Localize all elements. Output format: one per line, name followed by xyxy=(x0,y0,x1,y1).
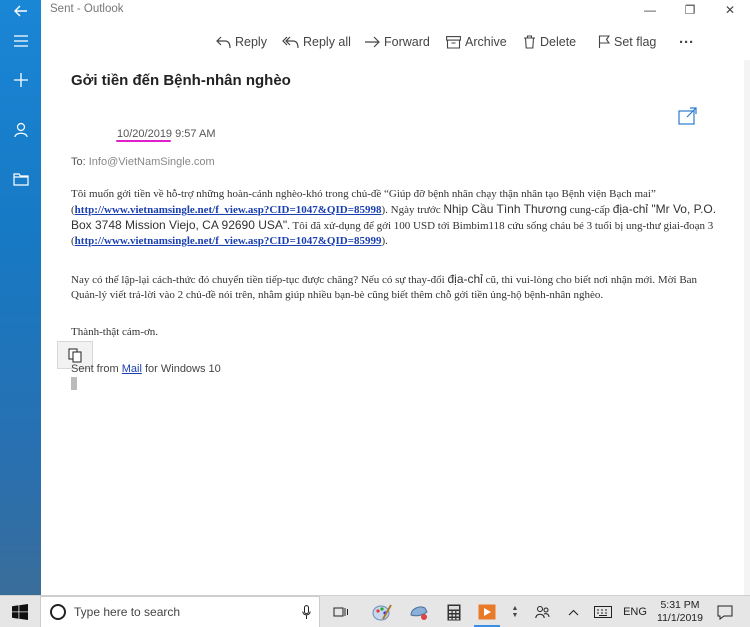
action-center-notification-icon[interactable] xyxy=(713,596,737,627)
title-bar: Sent - Outlook — ❐ ✕ xyxy=(41,0,750,20)
set-flag-label: Set flag xyxy=(614,35,657,49)
paragraph-text: địa-chỉ xyxy=(447,272,483,286)
reply-all-button[interactable]: Reply all xyxy=(282,28,351,56)
paragraph-text: Nay có thể lập-lại cách-thức đó chuyển t… xyxy=(71,274,448,286)
start-button[interactable] xyxy=(0,596,40,627)
set-flag-button[interactable]: Set flag xyxy=(598,28,656,56)
message-datetime: 10/20/2019 9:57 AM xyxy=(117,128,215,140)
delete-label: Delete xyxy=(540,35,577,49)
popout-window-icon[interactable] xyxy=(678,107,698,125)
task-view-icon[interactable] xyxy=(330,596,352,627)
maximize-button[interactable]: ❐ xyxy=(670,0,710,20)
message-closing: Thành-thật cám-ơn. xyxy=(71,326,159,338)
reply-all-icon xyxy=(282,36,299,48)
message-paragraph-1: Tôi muốn gởi tiền về hỗ-trợ những hoàn-c… xyxy=(71,187,726,249)
reply-icon xyxy=(216,36,231,48)
forward-arrow-icon xyxy=(365,36,380,48)
clock-date: 11/1/2019 xyxy=(657,612,703,624)
windows-taskbar: Type here to search ▲ ▼ ENG 5:31 PM 11/1/… xyxy=(0,595,750,627)
archive-label: Archive xyxy=(465,35,507,49)
text-cursor-marker xyxy=(71,377,77,390)
signature-text: for Windows 10 xyxy=(141,363,221,375)
delete-button[interactable]: Delete xyxy=(523,28,576,56)
message-paragraph-2: Nay có thể lập-lại cách-thức đó chuyển t… xyxy=(71,272,726,303)
snip-tool-icon[interactable] xyxy=(406,596,432,627)
vertical-scrollbar[interactable] xyxy=(744,60,750,595)
mail-app-link[interactable]: Mail xyxy=(122,363,142,375)
flag-icon xyxy=(598,35,610,48)
message-subject: Gởi tiền đến Bệnh-nhân nghèo xyxy=(71,72,291,89)
archive-button[interactable]: Archive xyxy=(446,28,507,56)
left-navigation-rail xyxy=(0,0,41,595)
cortana-circle-icon xyxy=(50,604,66,620)
microphone-icon[interactable] xyxy=(302,605,311,620)
to-address[interactable]: Info@VietNamSingle.com xyxy=(89,156,215,168)
touch-keyboard-icon[interactable] xyxy=(591,596,615,627)
reply-all-label: Reply all xyxy=(303,35,351,49)
back-arrow-icon[interactable] xyxy=(0,0,41,26)
hamburger-menu-icon[interactable] xyxy=(0,26,41,56)
archive-icon xyxy=(446,35,461,49)
date-highlight-underline xyxy=(116,140,171,142)
forward-button[interactable]: Forward xyxy=(364,28,430,56)
message-date: 10/20/2019 xyxy=(117,128,173,140)
reply-button[interactable]: Reply xyxy=(216,28,267,56)
copy-icon xyxy=(68,347,82,363)
people-icon[interactable] xyxy=(531,596,553,627)
mail-signature: Sent from Mail for Windows 10 xyxy=(71,363,221,375)
recipient-line: To: Info@VietNamSingle.com xyxy=(71,156,215,168)
taskbar-scroll-arrows[interactable]: ▲ ▼ xyxy=(508,596,522,627)
paragraph-text: cung-cấp xyxy=(566,204,613,216)
command-bar: Reply Reply all Forward Archive Delete S… xyxy=(41,28,750,56)
media-player-icon[interactable] xyxy=(474,596,500,627)
windows-logo-icon xyxy=(12,604,28,620)
new-mail-plus-icon[interactable] xyxy=(0,65,41,95)
taskbar-search-box[interactable]: Type here to search xyxy=(40,596,320,627)
to-label: To: xyxy=(71,156,86,168)
link-vietnamsingle-85999[interactable]: http://www.vietnamsingle.net/f_view.asp?… xyxy=(75,235,382,247)
close-button[interactable]: ✕ xyxy=(710,0,750,20)
reply-label: Reply xyxy=(235,35,267,49)
taskbar-clock[interactable]: 5:31 PM 11/1/2019 xyxy=(650,599,710,625)
paragraph-text: ). xyxy=(381,235,388,247)
paragraph-text: Nhịp Cầu Tình Thương xyxy=(443,202,567,216)
input-language-indicator[interactable]: ENG xyxy=(622,596,648,627)
paragraph-text: ). Ngày trước xyxy=(381,204,444,216)
trash-icon xyxy=(524,35,535,49)
search-placeholder: Type here to search xyxy=(74,605,181,619)
minimize-button[interactable]: — xyxy=(630,0,670,20)
signature-text: Sent from xyxy=(71,363,122,375)
calculator-app-icon[interactable] xyxy=(441,596,467,627)
paint-app-icon[interactable] xyxy=(369,596,395,627)
clock-time: 5:31 PM xyxy=(660,599,700,611)
show-hidden-icons-chevron-icon[interactable] xyxy=(563,596,583,627)
forward-label: Forward xyxy=(384,35,430,49)
link-vietnamsingle-85998[interactable]: http://www.vietnamsingle.net/f_view.asp?… xyxy=(75,204,382,216)
window-title: Sent - Outlook xyxy=(50,3,124,15)
more-options-button[interactable]: ··· xyxy=(679,28,694,56)
folder-icon[interactable] xyxy=(0,164,41,194)
message-time: 9:57 AM xyxy=(175,128,216,140)
person-icon[interactable] xyxy=(0,115,41,145)
